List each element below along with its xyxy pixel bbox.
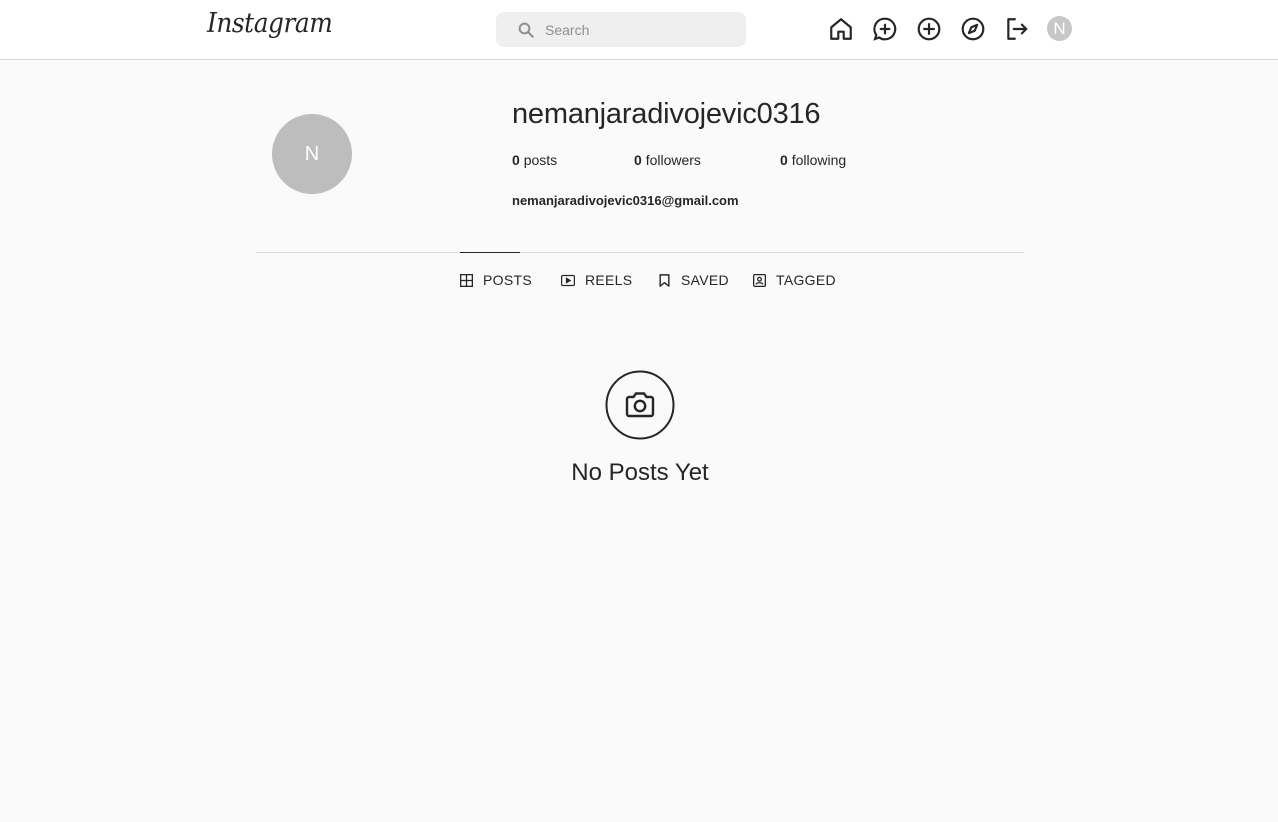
followers-stat[interactable]: 0 followers	[634, 152, 701, 168]
home-icon[interactable]	[828, 16, 854, 42]
new-post-icon[interactable]	[916, 16, 942, 42]
followers-label: followers	[645, 152, 701, 168]
explore-icon[interactable]	[960, 16, 986, 42]
profile-avatar[interactable]: N	[272, 114, 352, 194]
following-count: 0	[780, 152, 788, 168]
tab-reels[interactable]: REELS	[561, 272, 632, 288]
top-navigation-bar: Instagram N	[0, 0, 1278, 60]
profile-username: nemanjaradivojevic0316	[512, 98, 821, 130]
tab-reels-label: REELS	[585, 272, 633, 288]
search-box[interactable]	[496, 12, 746, 47]
tab-posts[interactable]: POSTS	[460, 272, 532, 288]
empty-state-title: No Posts Yet	[571, 459, 709, 486]
search-icon	[518, 22, 534, 38]
posts-count: 0	[512, 152, 520, 168]
following-stat[interactable]: 0 following	[780, 152, 846, 168]
tab-saved-label: SAVED	[681, 272, 729, 288]
profile-tabs-divider	[256, 252, 1024, 253]
posts-label: posts	[523, 152, 558, 168]
logout-icon[interactable]	[1004, 16, 1030, 42]
following-label: following	[791, 152, 847, 168]
active-tab-indicator	[460, 252, 520, 253]
tab-saved[interactable]: SAVED	[658, 272, 729, 288]
nav-profile-avatar[interactable]: N	[1047, 16, 1072, 41]
bookmark-icon	[659, 273, 670, 287]
instagram-logo[interactable]: Instagram	[207, 8, 333, 39]
posts-stat: 0 posts	[512, 152, 557, 168]
tab-tagged[interactable]: TAGGED	[753, 272, 836, 288]
grid-icon	[460, 273, 473, 287]
profile-email: nemanjaradivojevic0316@gmail.com	[512, 193, 739, 208]
reels-icon	[561, 274, 575, 286]
camera-icon	[605, 370, 675, 440]
messenger-icon[interactable]	[872, 16, 898, 42]
tagged-icon	[753, 273, 766, 287]
followers-count: 0	[634, 152, 642, 168]
tab-tagged-label: TAGGED	[776, 272, 836, 288]
tab-posts-label: POSTS	[483, 272, 532, 288]
search-input[interactable]	[545, 12, 735, 47]
